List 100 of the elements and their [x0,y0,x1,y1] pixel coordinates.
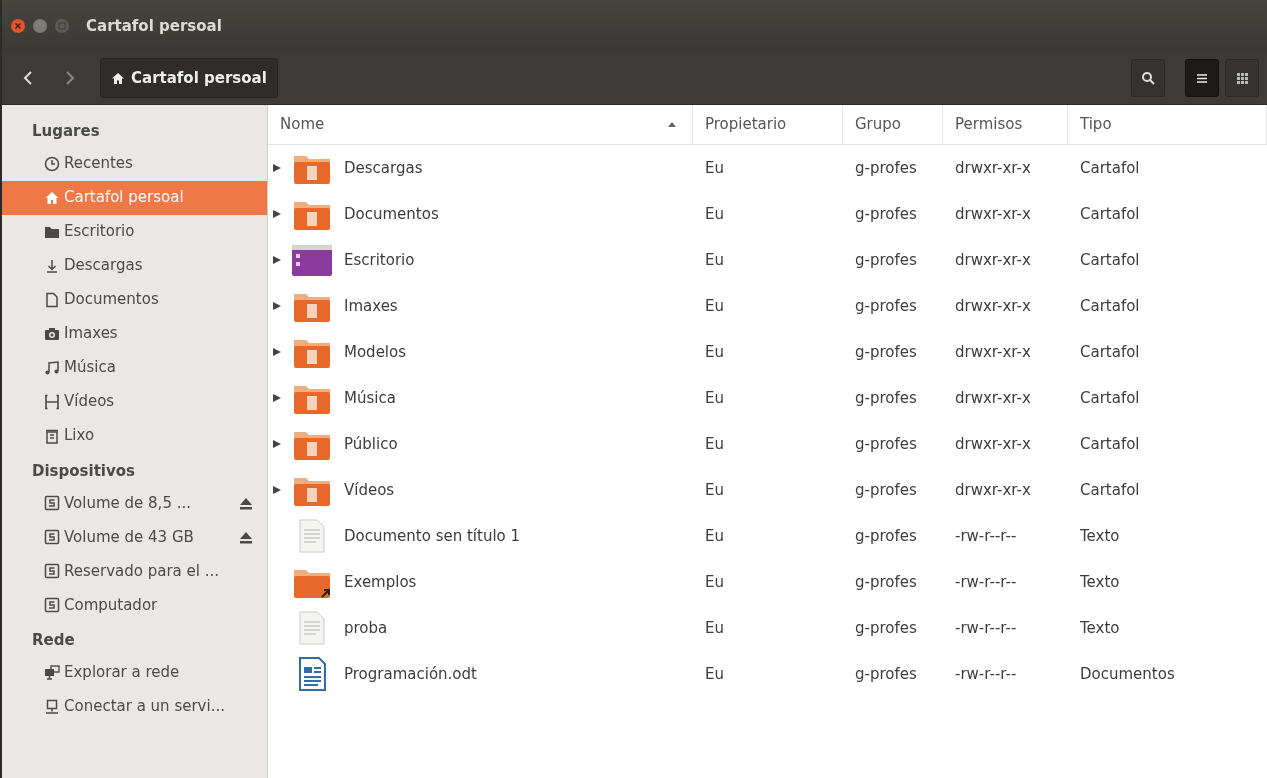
expander-icon[interactable] [272,485,282,495]
owner-cell-text: Eu [704,157,725,179]
file-name: Documento sen título 1 [343,525,521,547]
search-button[interactable] [1131,59,1165,97]
computer-icon [44,698,60,715]
sidebar-item[interactable]: Recentes [2,146,267,181]
sidebar-item[interactable]: Volume de 8,5 ... [2,486,267,520]
film-icon [44,393,60,410]
file-name: proba [343,617,388,639]
eject-icon[interactable] [239,530,253,544]
type-cell-text: Cartafol [1079,157,1141,179]
file-name: Exemplos [343,571,417,593]
expander-icon[interactable] [272,301,282,311]
drive-icon [44,597,60,613]
file-name: Público [343,433,398,455]
type-cell-text: Cartafol [1079,249,1141,271]
permissions-cell-text: drwxr-xr-x [954,203,1032,225]
forward-icon [64,70,76,86]
group-cell-text: g-profes [854,203,918,225]
type-cell-text: Cartafol [1079,341,1141,363]
type-cell-text: Documentos [1079,663,1176,685]
sidebar-item[interactable]: Descargas [2,248,267,283]
minimize-icon[interactable] [32,18,48,34]
network-icon [44,664,60,681]
group-cell-text: g-profes [854,341,918,363]
owner-cell-text: Eu [704,341,725,363]
home-icon [111,71,125,85]
sidebar-item[interactable]: Documentos [2,282,267,317]
permissions-cell-text: -rw-r--r-- [954,525,1018,547]
permissions-cell-text: drwxr-xr-x [954,433,1032,455]
owner-cell-text: Eu [704,387,725,409]
permissions-cell-text: -rw-r--r-- [954,617,1018,639]
owner-cell-text: Eu [704,203,725,225]
expander-icon[interactable] [272,347,282,357]
group-cell-text: g-profes [854,617,918,639]
eject-icon[interactable] [239,496,253,510]
home-icon [44,189,60,206]
owner-cell-text: Eu [704,617,725,639]
owner-cell-text: Eu [704,249,725,271]
owner-cell-text: Eu [704,525,725,547]
file-name: Música [343,387,396,409]
expander-icon[interactable] [272,439,282,449]
list-view-button[interactable] [1185,59,1219,97]
sidebar-item[interactable]: Volume de 43 GB [2,520,267,554]
sort-ascending-icon[interactable] [668,122,676,127]
group-cell-text: g-profes [854,433,918,455]
type-cell-text: Texto [1079,617,1121,639]
trash-icon [44,427,60,444]
back-icon [22,70,34,86]
expander-icon[interactable] [272,209,282,219]
group-cell-text: g-profes [854,663,918,685]
type-cell-text: Cartafol [1079,203,1141,225]
group-cell-text: g-profes [854,295,918,317]
section-heading: Rede [31,630,76,651]
document-icon [44,291,60,308]
file-name: Descargas [343,157,423,179]
column-header[interactable]: Permisos [943,105,1068,144]
expander-icon[interactable] [272,163,282,173]
owner-cell-text: Eu [704,433,725,455]
column-header[interactable]: Propietario [693,105,843,144]
group-cell-text: g-profes [854,249,918,271]
close-icon[interactable] [10,18,26,34]
file-name: Modelos [343,341,407,363]
camera-icon [44,325,60,342]
section-heading: Lugares [31,121,101,142]
owner-cell-text: Eu [704,663,725,685]
type-cell-text: Cartafol [1079,479,1141,501]
sidebar-item[interactable]: Conectar a un servi... [2,689,267,724]
sidebar-item[interactable]: Vídeos [2,384,267,419]
sidebar-item[interactable]: Explorar a rede [2,655,267,690]
sidebar-item[interactable]: Imaxes [2,316,267,351]
type-cell-text: Cartafol [1079,387,1141,409]
grid-icon [1236,72,1248,84]
file-name: Programación.odt [343,663,477,685]
owner-cell-text: Eu [704,479,725,501]
sidebar-item[interactable]: Computador [2,588,267,622]
permissions-cell-text: drwxr-xr-x [954,341,1032,363]
sidebar-item[interactable]: Escritorio [2,214,267,249]
permissions-cell-text: drwxr-xr-x [954,387,1032,409]
owner-cell-text: Eu [704,571,725,593]
column-header[interactable]: Tipo [1068,105,1267,144]
path-button[interactable]: Cartafol persoal [100,58,278,98]
permissions-cell-text: drwxr-xr-x [954,295,1032,317]
expander-icon[interactable] [272,393,282,403]
section-heading: Dispositivos [31,460,136,482]
type-cell-text: Texto [1079,571,1121,593]
group-cell-text: g-profes [854,525,918,547]
sidebar-item[interactable]: Reservado para el ... [2,554,267,588]
permissions-cell-text: drwxr-xr-x [954,249,1032,271]
sidebar-item[interactable]: Música [2,350,267,385]
sidebar-item[interactable]: Lixo [2,418,267,453]
column-header[interactable]: Nome [280,113,325,136]
column-header[interactable]: Grupo [843,105,943,144]
grid-view-button[interactable] [1225,59,1259,97]
permissions-cell-text: drwxr-xr-x [954,157,1032,179]
music-icon [44,359,60,376]
file-name: Imaxes [343,295,398,317]
download-icon [44,257,60,274]
expander-icon[interactable] [272,255,282,265]
list-icon [1196,72,1208,84]
